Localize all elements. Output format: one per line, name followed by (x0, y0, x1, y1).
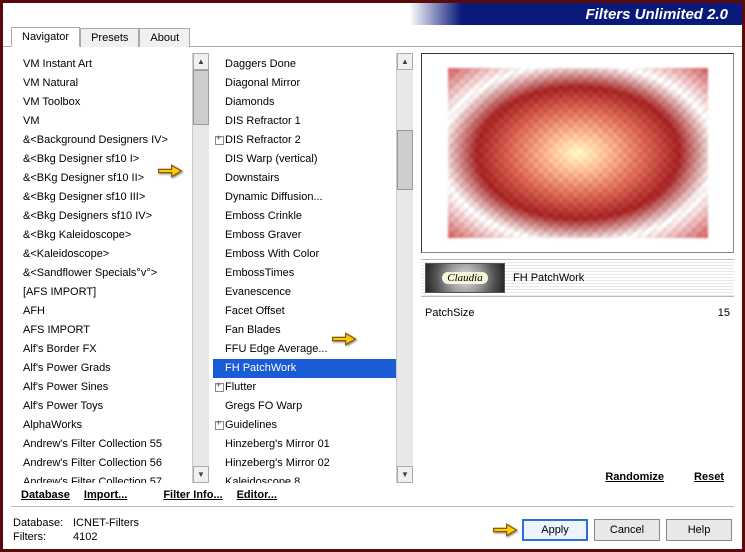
list-item[interactable]: Diamonds (213, 93, 396, 112)
list-item[interactable]: FFU Edge Average... (213, 340, 396, 359)
list-item[interactable]: Emboss Graver (213, 226, 396, 245)
list-item[interactable]: VM Natural (11, 74, 192, 93)
list-item[interactable]: DIS Refractor 1 (213, 112, 396, 131)
preview-artwork (448, 68, 708, 238)
filter-panel: Daggers DoneDiagonal MirrorDiamondsDIS R… (213, 53, 413, 483)
list-item[interactable]: DIS Warp (vertical) (213, 150, 396, 169)
category-panel: VM Instant ArtVM NaturalVM ToolboxVM&<Ba… (11, 53, 209, 483)
list-item[interactable]: Andrew's Filter Collection 57 (11, 473, 192, 483)
list-item[interactable]: &<Sandflower Specials°v°> (11, 264, 192, 283)
list-item[interactable]: Alf's Power Grads (11, 359, 192, 378)
list-item[interactable]: FH PatchWork (213, 359, 396, 378)
action-link-row: Database Import... Filter Info... Editor… (3, 485, 742, 503)
list-item[interactable]: Andrew's Filter Collection 56 (11, 454, 192, 473)
cancel-button[interactable]: Cancel (594, 519, 660, 541)
tab-presets[interactable]: Presets (80, 28, 139, 47)
filter-info-button[interactable]: Filter Info... (163, 489, 222, 501)
list-item[interactable]: Kaleidoscope 8 (213, 473, 396, 483)
status-count-value: 4102 (73, 530, 97, 544)
param-value: 15 (718, 307, 730, 319)
list-item[interactable]: Diagonal Mirror (213, 74, 396, 93)
list-item[interactable]: Fan Blades (213, 321, 396, 340)
editor-button[interactable]: Editor... (237, 489, 277, 501)
divider (11, 506, 734, 507)
scroll-down-icon[interactable]: ▼ (193, 466, 209, 483)
status-block: Database: ICNET-Filters Filters: 4102 (13, 516, 516, 544)
apply-button[interactable]: Apply (522, 519, 588, 541)
list-item[interactable]: Downstairs (213, 169, 396, 188)
list-item[interactable]: Andrew's Filter Collection 55 (11, 435, 192, 454)
title-bar: Filters Unlimited 2.0 (3, 3, 742, 25)
app-title: Filters Unlimited 2.0 (585, 6, 728, 23)
list-item[interactable]: AFH (11, 302, 192, 321)
scroll-down-icon[interactable]: ▼ (397, 466, 413, 483)
list-item[interactable]: Dynamic Diffusion... (213, 188, 396, 207)
status-db-value: ICNET-Filters (73, 516, 139, 530)
category-list[interactable]: VM Instant ArtVM NaturalVM ToolboxVM&<Ba… (11, 53, 192, 483)
list-item[interactable]: Gregs FO Warp (213, 397, 396, 416)
list-item[interactable]: Evanescence (213, 283, 396, 302)
tab-navigator[interactable]: Navigator (11, 27, 80, 47)
param-label: PatchSize (425, 307, 475, 319)
scroll-thumb[interactable] (397, 130, 413, 190)
scroll-thumb[interactable] (193, 70, 209, 125)
parameter-list: PatchSize 15 (421, 305, 734, 321)
list-item[interactable]: &<Bkg Designer sf10 III> (11, 188, 192, 207)
list-item[interactable]: Emboss With Color (213, 245, 396, 264)
preview-panel: Claudia FH PatchWork PatchSize 15 Random… (417, 53, 734, 483)
list-item[interactable]: AlphaWorks (11, 416, 192, 435)
list-item[interactable]: &<Bkg Designer sf10 I> (11, 150, 192, 169)
list-item[interactable]: Emboss Crinkle (213, 207, 396, 226)
scroll-up-icon[interactable]: ▲ (397, 53, 413, 70)
list-item[interactable]: AFS IMPORT (11, 321, 192, 340)
list-item[interactable]: &<BKg Designer sf10 II> (11, 169, 192, 188)
database-button[interactable]: Database (21, 489, 70, 501)
list-item[interactable]: Facet Offset (213, 302, 396, 321)
tab-about[interactable]: About (139, 28, 190, 47)
list-item[interactable]: &<Bkg Designers sf10 IV> (11, 207, 192, 226)
param-row: PatchSize 15 (425, 305, 730, 321)
list-item[interactable]: &<Background Designers IV> (11, 131, 192, 150)
list-item[interactable]: Alf's Power Toys (11, 397, 192, 416)
list-item[interactable]: [AFS IMPORT] (11, 283, 192, 302)
preview-image (421, 53, 734, 253)
selected-filter-name: FH PatchWork (513, 272, 730, 284)
scroll-up-icon[interactable]: ▲ (193, 53, 209, 70)
filter-list[interactable]: Daggers DoneDiagonal MirrorDiamondsDIS R… (213, 53, 396, 483)
list-item[interactable]: EmbossTimes (213, 264, 396, 283)
list-item[interactable]: Alf's Border FX (11, 340, 192, 359)
filter-header: Claudia FH PatchWork (421, 259, 734, 297)
list-item[interactable]: Alf's Power Sines (11, 378, 192, 397)
filter-logo: Claudia (425, 263, 505, 293)
list-item[interactable]: &<Kaleidoscope> (11, 245, 192, 264)
help-button[interactable]: Help (666, 519, 732, 541)
bottom-bar: Database: ICNET-Filters Filters: 4102 Ap… (3, 510, 742, 548)
filter-scrollbar[interactable]: ▲ ▼ (396, 53, 413, 483)
reset-button[interactable]: Reset (694, 471, 724, 483)
list-item[interactable]: VM Toolbox (11, 93, 192, 112)
list-item[interactable]: Daggers Done (213, 55, 396, 74)
list-item[interactable]: &<Bkg Kaleidoscope> (11, 226, 192, 245)
logo-text: Claudia (442, 272, 487, 284)
list-item[interactable]: VM Instant Art (11, 55, 192, 74)
list-item[interactable]: Guidelines (213, 416, 396, 435)
category-scrollbar[interactable]: ▲ ▼ (192, 53, 209, 483)
list-item[interactable]: Flutter (213, 378, 396, 397)
list-item[interactable]: DIS Refractor 2 (213, 131, 396, 150)
status-count-label: Filters: (13, 530, 69, 544)
status-db-label: Database: (13, 516, 69, 530)
list-item[interactable]: VM (11, 112, 192, 131)
import-button[interactable]: Import... (84, 489, 127, 501)
randomize-button[interactable]: Randomize (605, 471, 664, 483)
tab-bar: Navigator Presets About (3, 25, 742, 47)
list-item[interactable]: Hinzeberg's Mirror 02 (213, 454, 396, 473)
list-item[interactable]: Hinzeberg's Mirror 01 (213, 435, 396, 454)
